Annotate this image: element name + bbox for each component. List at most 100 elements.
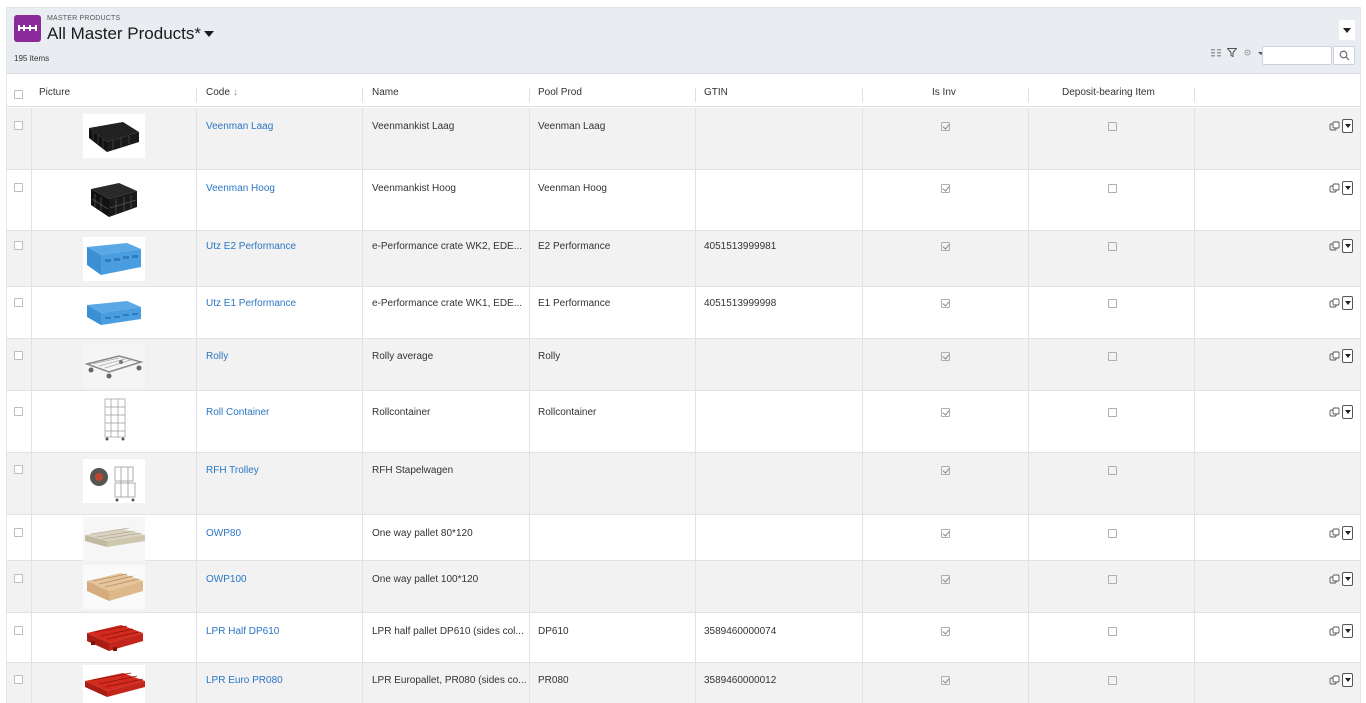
column-header-deposit-bearing-item[interactable]: Deposit-bearing Item (1062, 87, 1155, 98)
row-actions (1329, 239, 1353, 253)
list-view-switcher[interactable]: All Master Products* (47, 23, 214, 45)
product-code-link[interactable]: Rolly (206, 351, 228, 362)
table-row[interactable]: OWP80 One way pallet 80*120 (7, 515, 1360, 561)
product-code-link[interactable]: LPR Half DP610 (206, 626, 279, 637)
caret-down-icon[interactable] (204, 31, 214, 37)
row-select-checkbox[interactable] (14, 574, 23, 583)
product-code-link[interactable]: OWP80 (206, 528, 241, 539)
copy-icon[interactable] (1329, 407, 1340, 418)
cell-divider (31, 287, 32, 338)
product-code-link[interactable]: Utz E2 Performance (206, 241, 296, 252)
product-code-link[interactable]: OWP100 (206, 574, 247, 585)
row-menu-button[interactable] (1342, 239, 1353, 253)
table-row[interactable]: RFH Trolley RFH Stapelwagen (7, 453, 1360, 515)
copy-icon[interactable] (1329, 298, 1340, 309)
row-menu-button[interactable] (1342, 624, 1353, 638)
gear-icon[interactable] (1243, 48, 1252, 59)
copy-icon[interactable] (1329, 183, 1340, 194)
product-name: e-Performance crate WK1, EDE... (372, 298, 523, 309)
cell-divider (362, 108, 363, 169)
cell-divider (862, 231, 863, 286)
row-menu-button[interactable] (1342, 181, 1353, 195)
select-all-checkbox[interactable] (14, 90, 23, 99)
search-input[interactable] (1262, 46, 1332, 65)
product-picture (83, 114, 145, 158)
row-select-checkbox[interactable] (14, 675, 23, 684)
cell-divider (362, 663, 363, 703)
row-actions (1329, 526, 1353, 540)
pool-prod: DP610 (538, 626, 569, 637)
row-menu-button[interactable] (1342, 349, 1353, 363)
row-select-checkbox[interactable] (14, 183, 23, 192)
cell-divider (31, 170, 32, 230)
row-select-checkbox[interactable] (14, 528, 23, 537)
cell-divider (529, 108, 530, 169)
cell-divider (529, 287, 530, 338)
cell-divider (362, 515, 363, 560)
display-as-grid-icon[interactable] (1211, 48, 1221, 59)
column-header-row: Picture Code ↓ Name Pool Prod GTIN Is In… (7, 82, 1360, 107)
list-header: MASTER PRODUCTS All Master Products* 195… (7, 8, 1360, 74)
table-row[interactable]: OWP100 One way pallet 100*120 (7, 561, 1360, 613)
cell-divider (862, 515, 863, 560)
cell-divider (695, 391, 696, 452)
copy-icon[interactable] (1329, 675, 1340, 686)
table-row[interactable]: Utz E2 Performance e-Performance crate WK… (7, 231, 1360, 287)
product-code-link[interactable]: Utz E1 Performance (206, 298, 296, 309)
filter-icon[interactable] (1226, 48, 1238, 59)
row-menu-button[interactable] (1342, 673, 1353, 687)
table-row[interactable]: Utz E1 Performance e-Performance crate WK… (7, 287, 1360, 339)
cell-divider (362, 170, 363, 230)
cell-divider (1028, 515, 1029, 560)
table-row[interactable]: Veenman Laag Veenmankist Laag Veenman Laag (7, 108, 1360, 170)
gtin: 3589460000074 (704, 626, 777, 637)
sort-arrow-down-icon: ↓ (232, 87, 238, 98)
column-header-gtin[interactable]: GTIN (704, 87, 728, 98)
copy-icon[interactable] (1329, 121, 1340, 132)
column-header-name[interactable]: Name (372, 87, 399, 98)
row-menu-button[interactable] (1342, 296, 1353, 310)
copy-icon[interactable] (1329, 241, 1340, 252)
cell-divider (31, 108, 32, 169)
copy-icon[interactable] (1329, 528, 1340, 539)
product-code-link[interactable]: Veenman Laag (206, 121, 273, 132)
table-row[interactable]: LPR Euro PR080 LPR Europallet, PR080 (sid… (7, 663, 1360, 703)
column-header-pool-prod[interactable]: Pool Prod (538, 87, 582, 98)
column-header-is-inv[interactable]: Is Inv (932, 87, 956, 98)
cell-divider (31, 515, 32, 560)
column-header-picture[interactable]: Picture (39, 87, 70, 98)
row-select-checkbox[interactable] (14, 407, 23, 416)
copy-icon[interactable] (1329, 351, 1340, 362)
row-select-checkbox[interactable] (14, 121, 23, 130)
table-row[interactable]: LPR Half DP610 LPR half pallet DP610 (sid… (7, 613, 1360, 663)
product-code-link[interactable]: LPR Euro PR080 (206, 675, 283, 686)
copy-icon[interactable] (1329, 626, 1340, 637)
column-header-code-label: Code (206, 87, 230, 98)
column-header-code[interactable]: Code ↓ (206, 87, 238, 98)
cell-divider (196, 170, 197, 230)
row-menu-button[interactable] (1342, 119, 1353, 133)
product-code-link[interactable]: Veenman Hoog (206, 183, 275, 194)
master-products-app-icon (14, 15, 41, 42)
cell-divider (1028, 391, 1029, 452)
table-row[interactable]: Rolly Rolly average Rolly (7, 339, 1360, 391)
table-row[interactable]: Veenman Hoog Veenmankist Hoog Veenman Hoog (7, 170, 1360, 231)
cell-divider (196, 613, 197, 662)
row-select-checkbox[interactable] (14, 241, 23, 250)
row-menu-button[interactable] (1342, 405, 1353, 419)
row-select-checkbox[interactable] (14, 465, 23, 474)
search-button[interactable] (1333, 46, 1355, 65)
cell-divider (362, 391, 363, 452)
table-row[interactable]: Roll Container Rollcontainer Rollcontainer (7, 391, 1360, 453)
row-select-checkbox[interactable] (14, 298, 23, 307)
row-menu-button[interactable] (1342, 572, 1353, 586)
is-inv-checkbox-checked-icon (941, 352, 950, 361)
header-menu-button[interactable] (1339, 20, 1355, 40)
row-select-checkbox[interactable] (14, 351, 23, 360)
product-code-link[interactable]: Roll Container (206, 407, 269, 418)
copy-icon[interactable] (1329, 574, 1340, 585)
row-menu-button[interactable] (1342, 526, 1353, 540)
row-select-checkbox[interactable] (14, 626, 23, 635)
cell-divider (362, 339, 363, 390)
product-code-link[interactable]: RFH Trolley (206, 465, 259, 476)
